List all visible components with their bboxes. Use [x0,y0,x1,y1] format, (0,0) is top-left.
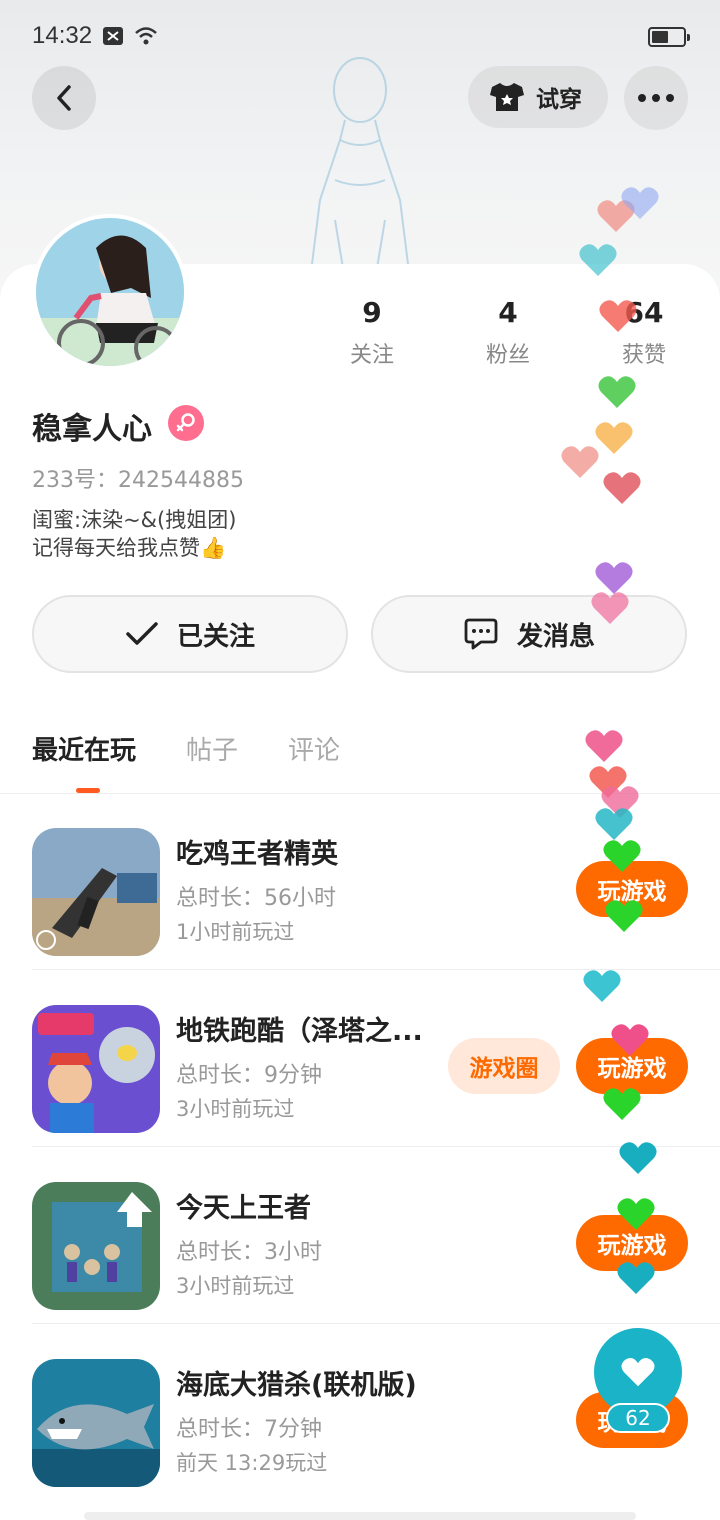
heart-icon [619,1142,657,1174]
heart-icon [621,187,659,219]
game-name: 吃鸡王者精英 [176,839,338,870]
try-on-button[interactable]: 试穿 [468,66,608,128]
heart-icon [605,900,643,932]
game-icon [32,1182,160,1310]
heart-icon [591,592,629,624]
heart-icon [617,1198,655,1230]
game-name: 地铁跑酷（泽塔之... [176,1016,423,1047]
more-dots-icon [638,94,674,102]
game-duration: 总时长：7分钟 [176,1417,322,1442]
more-button[interactable] [624,66,688,130]
heart-icon [621,1357,655,1387]
heart-icon [561,446,599,478]
heart-icon [598,376,636,408]
heart-icon [579,244,617,276]
message-button[interactable]: 发消息 [371,595,687,673]
game-last-played: 3小时前玩过 [176,1097,295,1121]
user-id: 233号：242544885 [32,468,244,493]
heart-icon [603,840,641,872]
back-button[interactable] [32,66,96,130]
like-count-badge: 62 [606,1403,670,1433]
content-tabs: 最近在玩 帖子 评论 [32,730,340,793]
heart-icon [611,1024,649,1056]
try-on-label: 试穿 [536,87,582,113]
followed-label: 已关注 [176,621,255,652]
heart-icon [583,970,621,1002]
heart-icon [617,1262,655,1294]
bio: 闺蜜:沫染~&(拽姐团) 记得每天给我点赞👍 [32,506,236,562]
followed-button[interactable]: 已关注 [32,595,348,673]
stat-label: 获赞 [621,343,666,368]
bio-line: 记得每天给我点赞👍 [32,536,227,560]
stat-value: 9 [362,296,382,329]
message-label: 发消息 [516,621,595,652]
divider [32,1323,720,1324]
game-last-played: 前天 13:29玩过 [176,1451,328,1475]
avatar-figure [309,57,411,280]
stat-value: 4 [498,296,518,329]
check-icon [126,622,158,645]
wifi-icon [135,27,157,45]
tab-posts[interactable]: 帖子 [186,730,238,767]
heart-icon [585,730,623,762]
game-icon [32,1005,160,1133]
game-last-played: 3小时前玩过 [176,1274,295,1298]
stat-label: 关注 [349,343,394,368]
notification-icon [103,27,123,45]
game-name: 今天上王者 [176,1193,311,1224]
home-indicator [84,1512,636,1520]
stat-followers[interactable]: 4 粉丝 [448,296,568,369]
heart-icon [603,1088,641,1120]
game-name: 海底大猎杀(联机版) [176,1370,417,1401]
female-icon [168,405,204,441]
status-bar: 14:32 [0,0,720,72]
status-time: 14:32 [32,22,93,49]
game-circle-button[interactable]: 游戏圈 [448,1038,560,1094]
heart-icon [599,300,637,332]
chevron-left-icon [57,85,71,111]
game-icon [32,828,160,956]
stat-following[interactable]: 9 关注 [312,296,432,369]
game-duration: 总时长：3小时 [176,1240,322,1265]
divider [32,1146,720,1147]
game-duration: 总时长：56小时 [176,886,336,911]
heart-icon [595,808,633,840]
game-last-played: 1小时前玩过 [176,920,295,944]
bio-line: 闺蜜:沫染~&(拽姐团) [32,508,237,532]
username: 稳拿人心 [32,412,152,447]
heart-icon [595,422,633,454]
tab-comments[interactable]: 评论 [288,730,340,767]
heart-icon [603,472,641,504]
shirt-icon [490,83,524,111]
game-icon [32,1359,160,1487]
avatar[interactable] [32,214,188,370]
stat-label: 粉丝 [485,343,530,368]
tab-recently-played[interactable]: 最近在玩 [32,730,136,793]
game-item[interactable]: 今天上王者 总时长：3小时 3小时前玩过 玩游戏 [32,1148,720,1324]
battery-icon [648,27,690,47]
game-duration: 总时长：9分钟 [176,1063,322,1088]
chat-bubble-icon [464,618,498,650]
